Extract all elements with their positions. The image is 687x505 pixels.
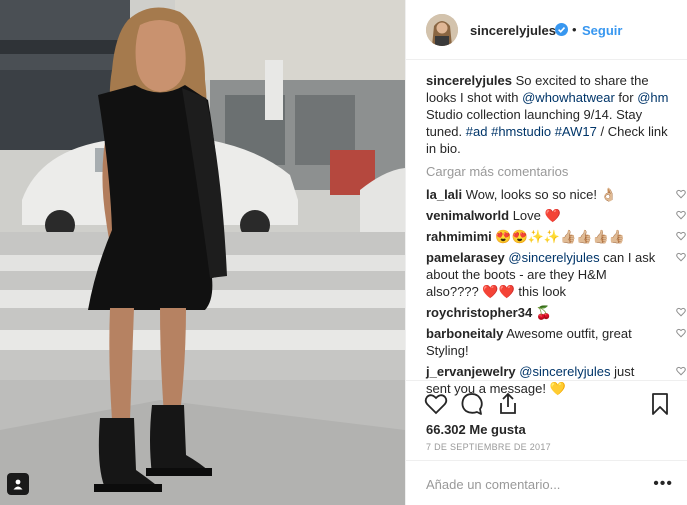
mention-link[interactable]: @sincerelyjules: [519, 364, 610, 379]
verified-badge-icon: [555, 23, 568, 36]
heart-icon[interactable]: [424, 392, 448, 416]
comment-username[interactable]: barboneitaly: [426, 326, 503, 341]
small-heart-icon[interactable]: [676, 366, 686, 376]
post-side-panel: sincerelyjules • Seguir sincerelyjules S…: [405, 0, 687, 505]
comment-username[interactable]: j_ervanjewelry: [426, 364, 516, 379]
mention-link[interactable]: #hmstudio: [491, 124, 551, 139]
action-bar: [406, 380, 687, 426]
add-comment-bar: •••: [406, 460, 687, 505]
mention-link[interactable]: @hm: [637, 90, 668, 105]
comment-text: 🍒: [532, 305, 553, 320]
post-caption: sincerelyjules So excited to share the l…: [426, 72, 676, 157]
comment-text: Wow, looks so so nice! 👌🏼: [462, 187, 617, 202]
tag-person-icon[interactable]: [7, 473, 29, 495]
mention-link[interactable]: #ad: [466, 124, 488, 139]
author-username[interactable]: sincerelyjules: [470, 23, 556, 38]
caption-username[interactable]: sincerelyjules: [426, 73, 512, 88]
comment-text: for: [614, 90, 638, 105]
mention-link[interactable]: @sincerelyjules: [508, 250, 599, 265]
follow-button[interactable]: Seguir: [582, 23, 622, 38]
likes-count[interactable]: 66.302 Me gusta: [426, 422, 526, 437]
comment-text: Love ❤️: [509, 208, 561, 223]
comment-username[interactable]: venimalworld: [426, 208, 509, 223]
comment-icon[interactable]: [460, 392, 484, 416]
comment-row: la_lali Wow, looks so so nice! 👌🏼: [426, 186, 686, 203]
comment-row: barboneitaly Awesome outfit, great Styli…: [426, 325, 686, 359]
small-heart-icon[interactable]: [676, 189, 686, 199]
comment-username[interactable]: rahmimimi: [426, 229, 492, 244]
comment-row: roychristopher34 🍒: [426, 304, 686, 321]
header-separator-dot: •: [572, 22, 577, 37]
comment-text: 😍😍✨✨👍🏼👍🏼👍🏼👍🏼: [491, 229, 625, 244]
instagram-post: sincerelyjules • Seguir sincerelyjules S…: [0, 0, 687, 505]
small-heart-icon[interactable]: [676, 252, 686, 262]
author-avatar[interactable]: [426, 14, 458, 46]
comment-username[interactable]: pamelarasey: [426, 250, 505, 265]
small-heart-icon[interactable]: [676, 210, 686, 220]
street-photo: [0, 0, 405, 505]
small-heart-icon[interactable]: [676, 307, 686, 317]
share-icon[interactable]: [496, 392, 520, 416]
comments-section: sincerelyjules So excited to share the l…: [426, 72, 686, 401]
small-heart-icon[interactable]: [676, 328, 686, 338]
post-header: sincerelyjules • Seguir: [406, 0, 687, 60]
mention-link[interactable]: #AW17: [555, 124, 597, 139]
comment-row: pamelarasey @sincerelyjules can I ask ab…: [426, 249, 686, 300]
comment-input[interactable]: [424, 474, 638, 494]
more-options-button[interactable]: •••: [653, 475, 673, 493]
bookmark-icon[interactable]: [648, 392, 672, 416]
load-more-comments-link[interactable]: Cargar más comentarios: [426, 163, 676, 180]
post-photo[interactable]: [0, 0, 405, 505]
comment-username[interactable]: roychristopher34: [426, 305, 532, 320]
small-heart-icon[interactable]: [676, 231, 686, 241]
comment-list: la_lali Wow, looks so so nice! 👌🏼 venimal…: [426, 186, 686, 397]
comment-row: venimalworld Love ❤️: [426, 207, 686, 224]
post-date[interactable]: 7 DE SEPTIEMBRE DE 2017: [426, 442, 551, 452]
comment-row: rahmimimi 😍😍✨✨👍🏼👍🏼👍🏼👍🏼: [426, 228, 686, 245]
mention-link[interactable]: @whowhatwear: [522, 90, 615, 105]
comment-username[interactable]: la_lali: [426, 187, 462, 202]
